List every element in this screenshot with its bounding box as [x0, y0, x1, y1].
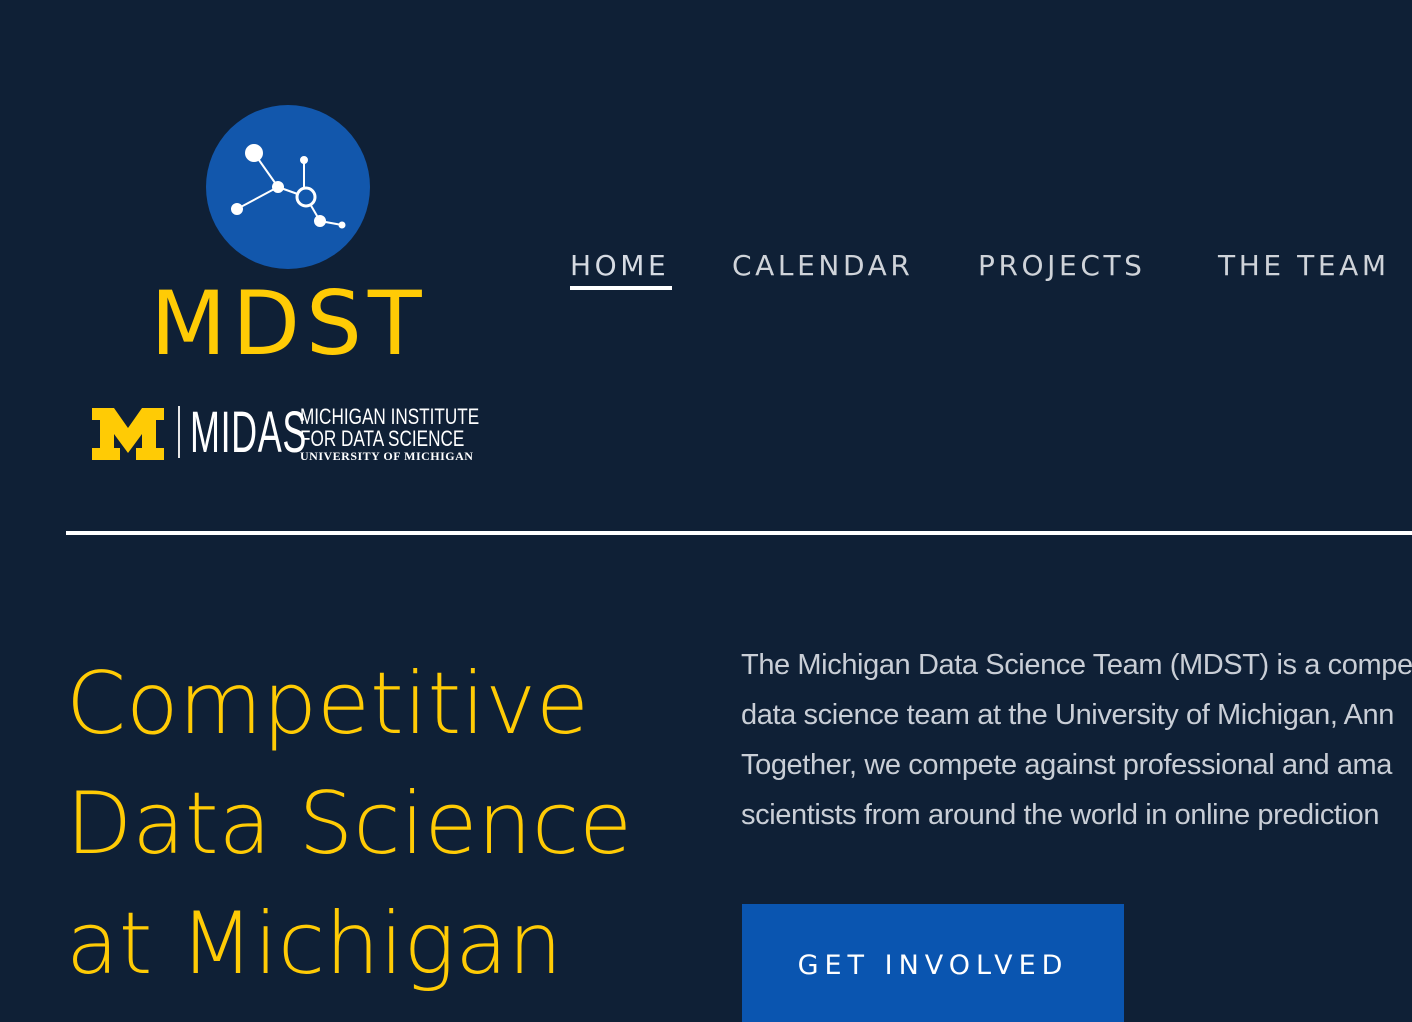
- nav-item-projects[interactable]: PROJECTS: [978, 246, 1146, 286]
- logo[interactable]: MDST MIDAS MICHIGAN INSTITUTE FOR DATA S…: [66, 84, 512, 474]
- midas-wordmark: MIDAS: [190, 400, 307, 465]
- nav-item-home[interactable]: HOME: [570, 246, 672, 290]
- nav-item-calendar[interactable]: CALENDAR: [732, 246, 913, 286]
- nav-item-label: HOME: [570, 249, 670, 282]
- nav-item-the-team[interactable]: THE TEAM: [1218, 246, 1390, 286]
- logo-divider: [178, 406, 180, 458]
- nav-item-label: PROJECTS: [978, 249, 1146, 282]
- intro-paragraph: The Michigan Data Science Team (MDST) is…: [741, 640, 1412, 840]
- nav-item-label: CALENDAR: [732, 249, 914, 282]
- get-involved-button[interactable]: GET INVOLVED: [742, 904, 1124, 1022]
- midas-line-3: UNIVERSITY OF MICHIGAN: [300, 449, 474, 463]
- intro-line: Together, we compete against professiona…: [741, 749, 1393, 781]
- hero-title-line: at Michigan: [66, 894, 563, 994]
- midas-subtitle: MICHIGAN INSTITUTE FOR DATA SCIENCE UNIV…: [300, 404, 500, 464]
- intro-line: scientists from around the world in onli…: [741, 799, 1380, 831]
- hero-title-line: Competitive: [66, 654, 589, 754]
- intro-line: data science team at the University of M…: [741, 699, 1394, 731]
- midas-line-2: FOR DATA SCIENCE: [300, 426, 465, 451]
- intro-line: The Michigan Data Science Team (MDST) is…: [741, 649, 1412, 681]
- midas-logo: MIDAS MICHIGAN INSTITUTE FOR DATA SCIENC…: [92, 400, 502, 465]
- active-underline: [570, 286, 672, 290]
- block-m-logo: [92, 408, 164, 460]
- hero-title-line: Data Science: [66, 774, 633, 874]
- hero-title: Competitive Data Science at Michigan: [66, 644, 686, 1004]
- network-graph-icon: [206, 105, 370, 269]
- midas-line-1: MICHIGAN INSTITUTE: [300, 404, 480, 429]
- nav-item-label: THE TEAM: [1218, 249, 1390, 282]
- header-divider: [66, 531, 1412, 535]
- logo-wordmark: MDST: [150, 272, 428, 375]
